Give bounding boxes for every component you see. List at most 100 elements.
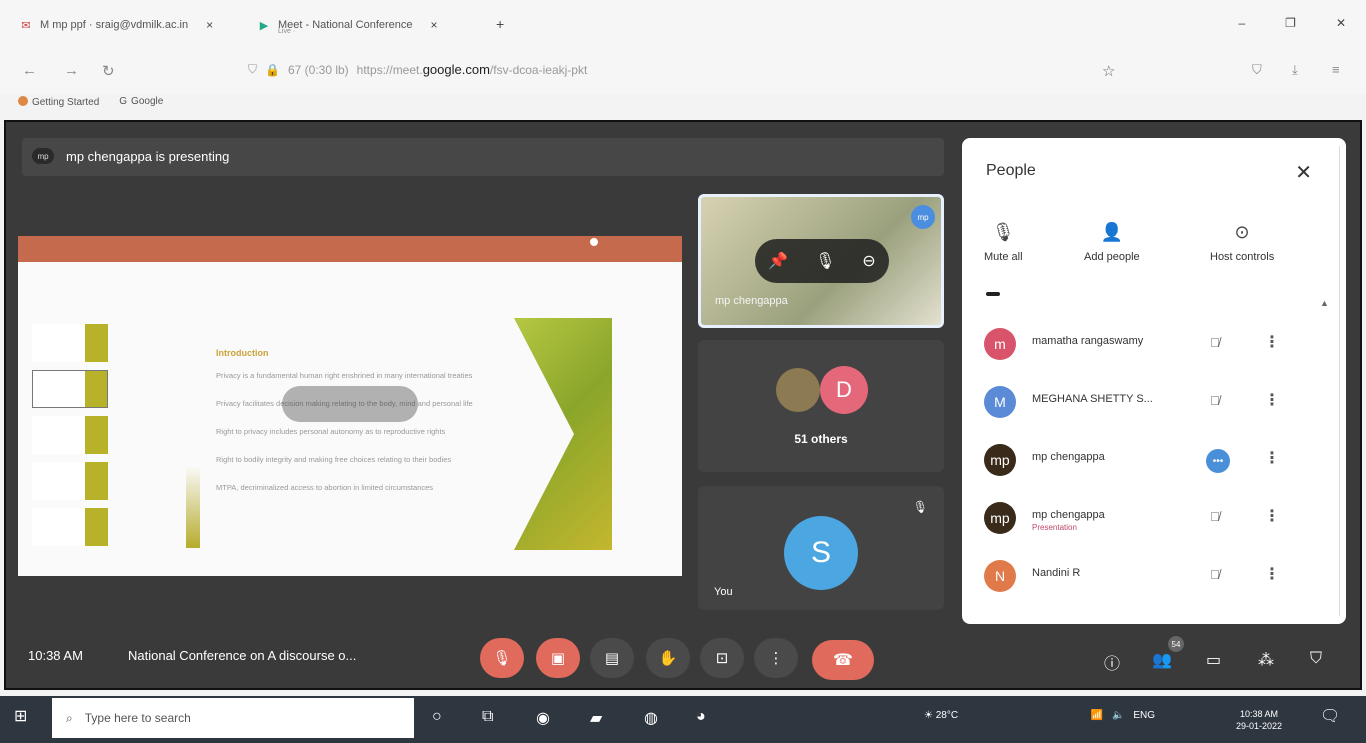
pocket-icon[interactable]: ⛉ bbox=[1252, 62, 1262, 78]
participant-row[interactable]: N Nandini R 🎙̸ ⋮ bbox=[962, 550, 1346, 604]
firefox-icon bbox=[18, 96, 28, 106]
you-tile[interactable]: 🎙 S You bbox=[698, 486, 944, 610]
mic-toggle-button[interactable]: 🎙 bbox=[480, 638, 524, 678]
tab-close-icon[interactable]: × bbox=[206, 18, 213, 32]
bookmark-getting-started[interactable]: Getting Started bbox=[18, 96, 99, 108]
people-icon[interactable]: 👥 bbox=[1152, 650, 1172, 670]
participant-row[interactable]: mp mp chengappa ••• ⋮ bbox=[962, 434, 1346, 488]
host-shield-icon[interactable]: ⛉ bbox=[1310, 650, 1322, 668]
slide-toolbar bbox=[18, 236, 682, 262]
participant-row[interactable]: M MEGHANA SHETTY S... 🎙̸ ⋮ bbox=[962, 376, 1346, 430]
gmail-icon: ✉ bbox=[21, 19, 31, 32]
mic-off-icon[interactable]: 🎙̸ bbox=[1210, 509, 1220, 524]
host-controls-button[interactable]: ⊙ Host controls bbox=[1210, 222, 1274, 263]
bookmarks-bar: Getting Started G Google bbox=[18, 96, 163, 108]
avatar: M bbox=[984, 386, 1016, 418]
slide-bullet: Right to privacy includes personal auton… bbox=[216, 427, 446, 436]
scroll-up-icon[interactable]: ▲ bbox=[1320, 298, 1329, 308]
participant-row[interactable]: mp mp chengappa Presentation 🎙̸ ⋮ bbox=[962, 492, 1346, 546]
info-icon[interactable]: ⓘ bbox=[1104, 650, 1120, 674]
you-label: You bbox=[714, 586, 733, 598]
tab-meet[interactable]: ▶ Meet - National Conference Live · × bbox=[256, 12, 438, 38]
mute-all-button[interactable]: 🎙 Mute all bbox=[984, 222, 1023, 263]
tab-mail[interactable]: ✉ M mp ppf · sraig@vdmilk.ac.in × bbox=[18, 12, 213, 38]
system-tray: ☀ 28°C 📶 🔈 ENG bbox=[924, 710, 1155, 721]
url-field[interactable]: ⛉ 🔒 67 (0:30 lb) https://meet.google.com… bbox=[248, 62, 587, 77]
others-tile[interactable]: D 51 others bbox=[698, 340, 944, 472]
task-view-icon[interactable]: ⧉ bbox=[482, 708, 493, 726]
avatar: N bbox=[984, 560, 1016, 592]
mic-off-icon[interactable]: 🎙̸ bbox=[1210, 567, 1220, 582]
bookmark-star-icon[interactable]: ☆ bbox=[1102, 62, 1115, 80]
close-window-icon[interactable]: ✕ bbox=[1336, 16, 1346, 30]
mic-off-icon[interactable]: 🎙̸ bbox=[1210, 393, 1220, 408]
new-tab-button[interactable]: + bbox=[496, 16, 504, 32]
meeting-time: 10:38 AM bbox=[28, 648, 83, 663]
participant-name: Nandini R bbox=[1032, 567, 1081, 579]
more-vert-icon[interactable]: ⋮ bbox=[1264, 332, 1280, 352]
add-people-button[interactable]: 👤 Add people bbox=[1084, 222, 1140, 263]
back-icon[interactable]: ← bbox=[22, 62, 37, 79]
activities-icon[interactable]: ⁂ bbox=[1258, 650, 1274, 670]
scrollbar[interactable] bbox=[1332, 146, 1340, 616]
tab-meet-label: Meet - National Conference bbox=[278, 19, 413, 31]
avatar: m bbox=[984, 328, 1016, 360]
tab-close-icon[interactable]: × bbox=[431, 18, 438, 32]
taskbar-date: 29-01-2022 bbox=[1236, 721, 1283, 731]
more-options-button[interactable]: ⋮ bbox=[754, 638, 798, 678]
firefox-taskbar-icon[interactable]: ◕ bbox=[696, 708, 706, 726]
cortana-icon[interactable]: ○ bbox=[432, 708, 442, 726]
edge-icon[interactable]: ◉ bbox=[536, 708, 550, 728]
lock-icon: 🔒 bbox=[265, 62, 280, 77]
more-vert-icon[interactable]: ⋮ bbox=[1264, 390, 1280, 410]
panel-title: People bbox=[986, 162, 1036, 179]
reload-icon[interactable]: ↻ bbox=[102, 62, 115, 80]
pin-icon[interactable]: 📌 bbox=[768, 251, 788, 271]
add-person-icon: 👤 bbox=[1100, 222, 1124, 242]
forward-icon[interactable]: → bbox=[64, 62, 79, 79]
phone-hangup-icon: ☎ bbox=[833, 652, 853, 669]
avatar: mp bbox=[984, 502, 1016, 534]
more-vert-icon[interactable]: ⋮ bbox=[1264, 564, 1280, 584]
mic-icon[interactable]: 🎙 bbox=[815, 251, 835, 271]
presentation-overlay-controls[interactable] bbox=[282, 386, 418, 422]
taskbar-time: 10:38 AM bbox=[1240, 709, 1279, 719]
end-call-button[interactable]: ☎ bbox=[812, 640, 874, 680]
presenting-banner: mp mp chengappa is presenting bbox=[22, 138, 944, 176]
menu-icon[interactable]: ≡ bbox=[1332, 62, 1340, 77]
avatar: mp bbox=[984, 444, 1016, 476]
avatar: S bbox=[784, 516, 858, 590]
more-vert-icon[interactable]: ⋮ bbox=[1264, 506, 1280, 526]
raise-hand-button[interactable]: ✋ bbox=[646, 638, 690, 678]
participant-row[interactable]: m mamatha rangaswamy 🎙̸ ⋮ bbox=[962, 318, 1346, 372]
taskbar-clock[interactable]: 10:38 AM 29-01-2022 bbox=[1236, 708, 1282, 732]
language-indicator[interactable]: ENG bbox=[1133, 710, 1155, 721]
chrome-icon[interactable]: ◍ bbox=[644, 708, 658, 728]
windows-start-icon[interactable]: ⊞ bbox=[14, 706, 27, 726]
minimize-icon[interactable]: – bbox=[1238, 16, 1245, 30]
avatar: D bbox=[820, 366, 868, 414]
bookmark-google[interactable]: G Google bbox=[119, 96, 163, 108]
camera-toggle-button[interactable]: ▣ bbox=[536, 638, 580, 678]
maximize-icon[interactable]: ❐ bbox=[1285, 16, 1296, 30]
captions-button[interactable]: ▤ bbox=[590, 638, 634, 678]
mic-off-icon[interactable]: 🎙̸ bbox=[1210, 335, 1220, 350]
chat-icon[interactable]: ▭ bbox=[1206, 650, 1221, 670]
window-controls: – ❐ ✕ bbox=[1238, 16, 1346, 30]
more-vert-icon[interactable]: ⋮ bbox=[1264, 448, 1280, 468]
download-icon[interactable]: ⤓ bbox=[1292, 62, 1298, 78]
camera-off-icon: ▣ bbox=[550, 650, 566, 667]
browser-tab-bar: ✉ M mp ppf · sraig@vdmilk.ac.in × ▶ Meet… bbox=[0, 0, 1366, 48]
tile-hover-controls: 📌 🎙 ⊖ bbox=[755, 239, 889, 283]
presenter-video-tile[interactable]: mp 📌 🎙 ⊖ mp chengappa bbox=[698, 194, 944, 328]
address-bar-row bbox=[0, 48, 1366, 94]
notification-icon[interactable]: 🗨 bbox=[1320, 706, 1340, 726]
taskbar-search[interactable]: ⌕ Type here to search bbox=[52, 698, 414, 738]
close-icon[interactable]: ✕ bbox=[1295, 160, 1312, 185]
file-explorer-icon[interactable]: ▰ bbox=[590, 708, 602, 728]
url-scheme: https://meet. bbox=[356, 63, 423, 77]
remove-icon[interactable]: ⊖ bbox=[862, 251, 875, 271]
present-button[interactable]: ⊡ bbox=[700, 638, 744, 678]
present-icon: ⊡ bbox=[715, 650, 729, 667]
slide-title: Introduction bbox=[216, 348, 269, 358]
